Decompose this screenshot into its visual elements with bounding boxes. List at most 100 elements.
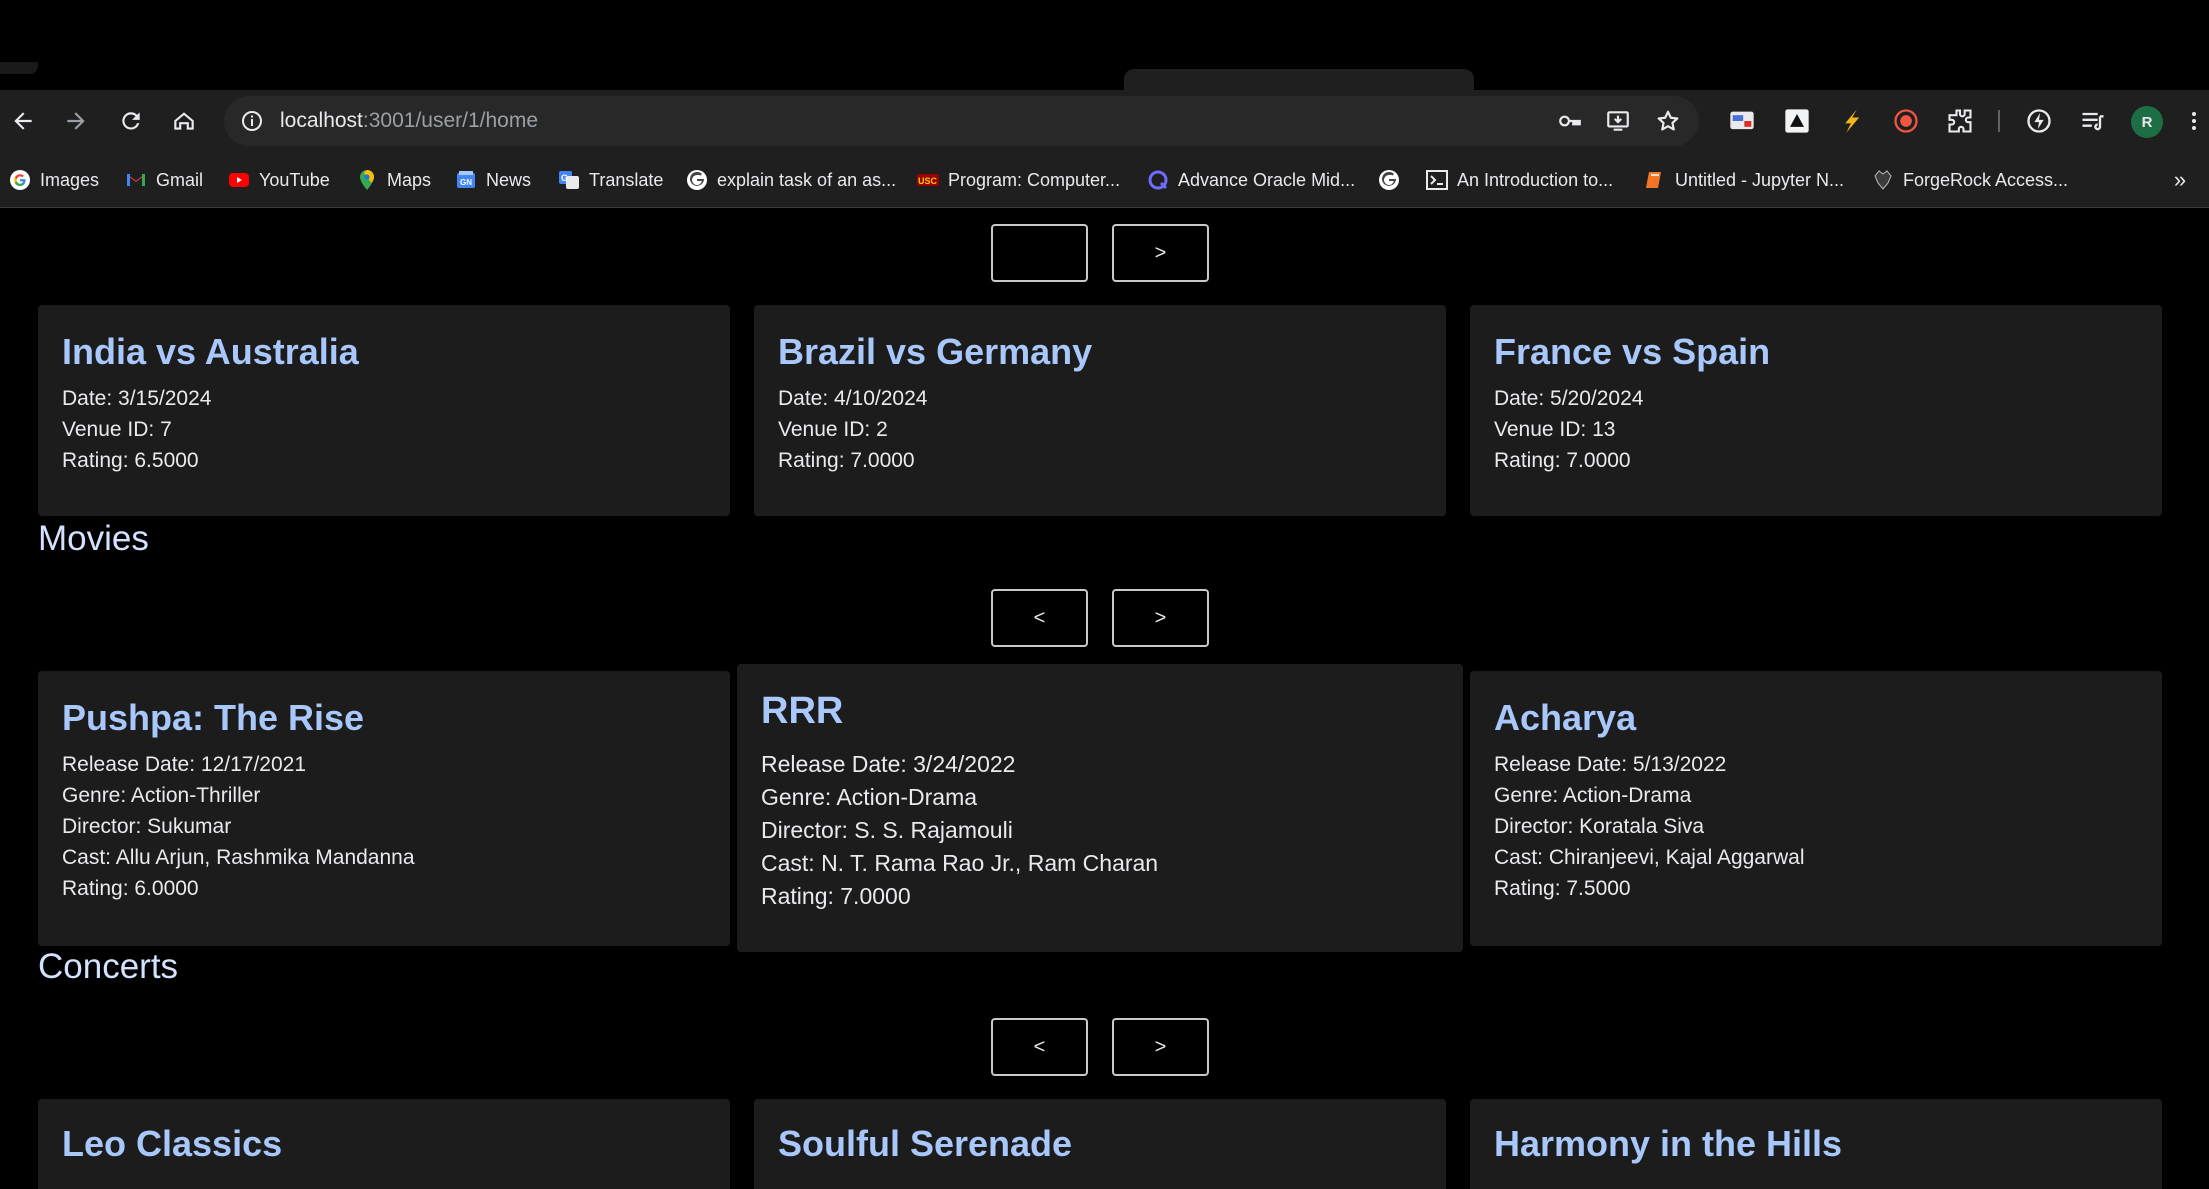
site-info-icon[interactable]	[236, 105, 268, 137]
quiz-icon	[1146, 168, 1170, 192]
bookmark-label: Maps	[387, 169, 432, 190]
sports-card[interactable]: India vs Australia Date: 3/15/2024 Venue…	[38, 305, 730, 516]
bookmark-an-introduction[interactable]: An Introduction to...	[1425, 166, 1613, 194]
bookmark-program-computer[interactable]: USC Program: Computer...	[916, 166, 1120, 194]
performance-icon[interactable]	[2022, 104, 2056, 138]
card-release-date: Release Date: 3/24/2022	[761, 751, 1016, 777]
sports-card[interactable]: Brazil vs Germany Date: 4/10/2024 Venue …	[754, 305, 1446, 516]
bookmark-label: Program: Computer...	[948, 169, 1121, 190]
extension-screen-icon[interactable]	[1725, 104, 1759, 138]
home-button[interactable]	[163, 100, 205, 142]
youtube-icon	[227, 168, 251, 192]
card-date: Date: 4/10/2024	[778, 387, 928, 410]
bookmark-label: An Introduction to...	[1457, 169, 1614, 190]
bookmark-advance-oracle[interactable]: Advance Oracle Mid...	[1146, 166, 1355, 194]
url-path: :3001/user/1/home	[362, 109, 539, 132]
movie-card[interactable]: Acharya Release Date: 5/13/2022 Genre: A…	[1470, 671, 2162, 946]
bookmark-news[interactable]: GN News	[454, 166, 531, 194]
card-title: Acharya	[1494, 697, 1637, 738]
google-icon	[685, 168, 709, 192]
active-tab[interactable]	[1124, 69, 1474, 91]
tab-strip	[0, 0, 2209, 91]
install-app-icon[interactable]	[1602, 105, 1634, 137]
card-venue: Venue ID: 2	[778, 418, 888, 441]
card-rating: Rating: 7.0000	[1494, 449, 1631, 472]
bookmark-google[interactable]	[1377, 166, 1409, 194]
password-key-icon[interactable]	[1554, 105, 1586, 137]
bookmarks-bar: Images Gmail YouTube Maps GN News G Tran…	[0, 152, 2209, 208]
bookmark-label: Untitled - Jupyter N...	[1675, 169, 1845, 190]
address-bar[interactable]: localhost:3001/user/1/home	[224, 96, 1699, 146]
movies-next-button[interactable]: >	[1112, 589, 1209, 647]
concert-card[interactable]: Harmony in the Hills	[1470, 1099, 2162, 1189]
bookmark-gmail[interactable]: Gmail	[124, 166, 203, 194]
card-director: Director: Koratala Siva	[1494, 815, 1705, 838]
profile-avatar[interactable]: R	[2131, 106, 2163, 138]
tab-edge[interactable]	[0, 62, 38, 74]
more-bookmarks-button[interactable]: »	[2164, 166, 2196, 194]
card-genre: Genre: Action-Drama	[761, 784, 978, 810]
gmail-icon	[124, 168, 148, 192]
reload-icon	[122, 112, 140, 130]
movies-section-title: Movies	[38, 519, 149, 558]
reading-list-icon[interactable]	[2076, 104, 2110, 138]
concerts-next-button[interactable]: >	[1112, 1018, 1209, 1076]
home-icon	[174, 112, 194, 130]
sports-next-button[interactable]: >	[1112, 224, 1209, 282]
bookmark-label: YouTube	[259, 169, 330, 190]
card-cast: Cast: N. T. Rama Rao Jr., Ram Charan	[761, 850, 1159, 876]
concert-card[interactable]: Soulful Serenade	[754, 1099, 1446, 1189]
bookmark-label: Translate	[589, 169, 664, 190]
bookmark-youtube[interactable]: YouTube	[227, 166, 330, 194]
page-content: > India vs Australia Date: 3/15/2024 Ven…	[0, 209, 2209, 1189]
forward-button[interactable]	[55, 100, 97, 142]
url-host: localhost	[280, 109, 363, 132]
card-date: Date: 5/20/2024	[1494, 387, 1644, 410]
bookmark-label: Advance Oracle Mid...	[1178, 169, 1356, 190]
extension-bolt-icon[interactable]	[1834, 104, 1868, 138]
card-cast: Cast: Allu Arjun, Rashmika Mandanna	[62, 846, 415, 869]
back-button[interactable]	[2, 100, 44, 142]
bookmark-label: ForgeRock Access...	[1903, 169, 2069, 190]
card-rating: Rating: 7.0000	[761, 883, 911, 909]
card-director: Director: S. S. Rajamouli	[761, 817, 1013, 843]
browser-toolbar: localhost:3001/user/1/home R	[0, 90, 2209, 152]
movie-card[interactable]: Pushpa: The Rise Release Date: 12/17/202…	[38, 671, 730, 946]
google-icon	[8, 168, 32, 192]
sports-prev-button[interactable]	[991, 224, 1088, 282]
bookmark-label: Images	[40, 169, 100, 190]
card-director: Director: Sukumar	[62, 815, 232, 838]
card-rating: Rating: 6.0000	[62, 877, 199, 900]
svg-text:G: G	[561, 173, 568, 183]
concert-card[interactable]: Leo Classics	[38, 1099, 730, 1189]
card-title: Brazil vs Germany	[778, 331, 1093, 372]
card-title: Pushpa: The Rise	[62, 697, 365, 738]
bookmark-jupyter[interactable]: Untitled - Jupyter N...	[1643, 166, 1844, 194]
card-rating: Rating: 7.5000	[1494, 877, 1631, 900]
usc-icon: USC	[916, 168, 940, 192]
bookmark-maps[interactable]: Maps	[355, 166, 431, 194]
google-icon	[1377, 168, 1401, 192]
bookmark-explain-task[interactable]: explain task of an as...	[685, 166, 896, 194]
news-icon: GN	[454, 168, 478, 192]
concerts-prev-button[interactable]: <	[991, 1018, 1088, 1076]
bookmark-images[interactable]: Images	[8, 166, 99, 194]
extension-triangle-icon[interactable]	[1780, 104, 1814, 138]
extension-record-icon[interactable]	[1889, 104, 1923, 138]
card-venue: Venue ID: 7	[62, 418, 172, 441]
browser-menu-icon[interactable]	[2184, 104, 2204, 138]
card-title: Soulful Serenade	[778, 1123, 1073, 1164]
movie-card-hovered[interactable]: RRR Release Date: 3/24/2022 Genre: Actio…	[737, 664, 1463, 952]
bookmark-forgerock[interactable]: ForgeRock Access...	[1871, 166, 2068, 194]
sports-card[interactable]: France vs Spain Date: 5/20/2024 Venue ID…	[1470, 305, 2162, 516]
bookmark-star-icon[interactable]	[1652, 105, 1684, 137]
card-title: Leo Classics	[62, 1123, 283, 1164]
concerts-section-title: Concerts	[38, 947, 179, 986]
extensions-puzzle-icon[interactable]	[1943, 104, 1977, 138]
card-cast: Cast: Chiranjeevi, Kajal Aggarwal	[1494, 846, 1805, 869]
url-text[interactable]: localhost:3001/user/1/home	[280, 96, 538, 146]
movies-prev-button[interactable]: <	[991, 589, 1088, 647]
reload-button[interactable]	[110, 100, 152, 142]
bookmark-translate[interactable]: G Translate	[557, 166, 663, 194]
card-venue: Venue ID: 13	[1494, 418, 1616, 441]
